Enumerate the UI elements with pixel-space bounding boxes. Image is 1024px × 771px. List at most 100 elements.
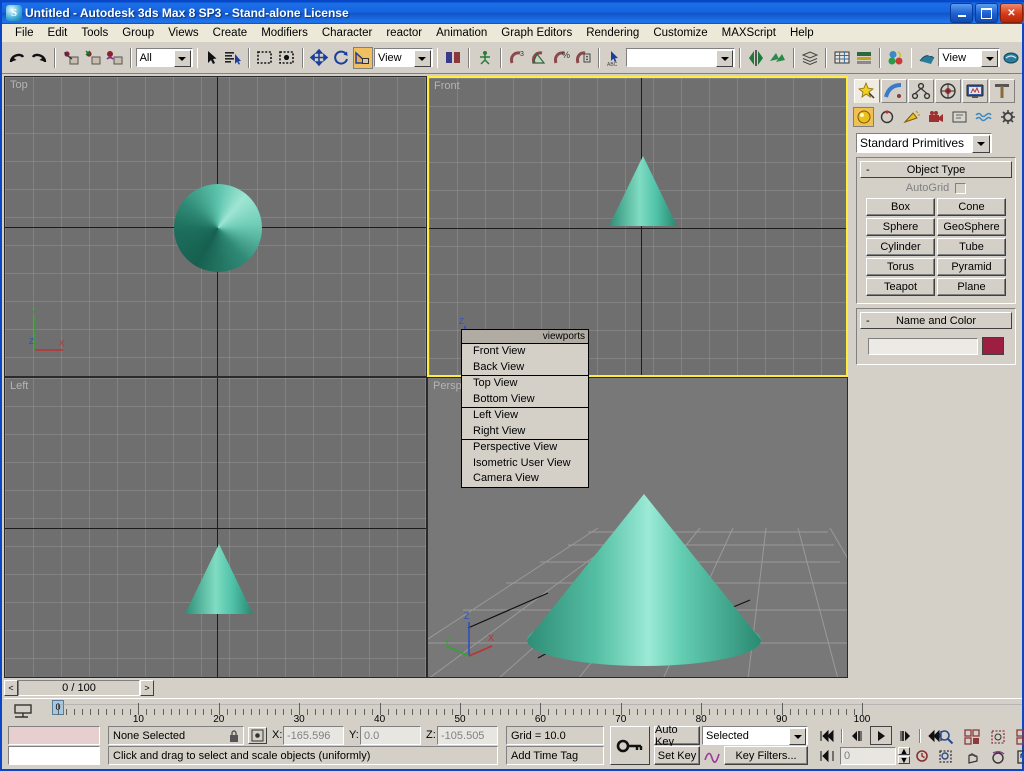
auto-key-button[interactable]: Auto Key bbox=[654, 724, 700, 748]
undo-icon[interactable] bbox=[7, 47, 27, 69]
menu-maxscript[interactable]: MAXScript bbox=[715, 25, 783, 41]
menu-item-bottom-view[interactable]: Bottom View bbox=[462, 392, 588, 408]
quick-render-icon[interactable] bbox=[1001, 47, 1021, 69]
space-warps-button[interactable] bbox=[974, 107, 995, 127]
z-coordinate-field[interactable]: -105.505 bbox=[437, 726, 498, 745]
cone-button[interactable]: Cone bbox=[937, 198, 1006, 216]
unlink-selection-icon[interactable] bbox=[83, 47, 103, 69]
add-time-tag-button[interactable]: Add Time Tag bbox=[506, 746, 604, 765]
x-coordinate-field[interactable]: -165.596 bbox=[283, 726, 344, 745]
geometry-button[interactable] bbox=[853, 107, 875, 127]
maximize-button[interactable] bbox=[975, 3, 998, 23]
chevron-down-icon[interactable] bbox=[789, 728, 806, 745]
cone-object[interactable] bbox=[183, 542, 255, 618]
menu-item-left-view[interactable]: Left View bbox=[462, 408, 588, 424]
collapse-icon[interactable]: - bbox=[866, 164, 870, 176]
redo-icon[interactable] bbox=[29, 47, 49, 69]
menu-item-perspective-view[interactable]: Perspective View bbox=[462, 440, 588, 456]
menu-animation[interactable]: Animation bbox=[429, 25, 494, 41]
render-scene-dialog-icon[interactable] bbox=[917, 47, 937, 69]
select-and-link-icon[interactable] bbox=[61, 47, 81, 69]
use-pivot-point-center-icon[interactable] bbox=[443, 47, 463, 69]
time-slider-ruler[interactable]: 0 102030405060708090100 bbox=[4, 698, 1022, 725]
menu-graph-editors[interactable]: Graph Editors bbox=[494, 25, 579, 41]
select-and-rotate-icon[interactable] bbox=[331, 47, 351, 69]
object-name-input[interactable] bbox=[868, 337, 978, 355]
select-and-manipulate-icon[interactable] bbox=[475, 47, 495, 69]
mirror-icon[interactable] bbox=[746, 47, 766, 69]
geosphere-button[interactable]: GeoSphere bbox=[937, 218, 1006, 236]
current-frame-spinner[interactable]: 0 bbox=[840, 746, 896, 765]
play-animation-icon[interactable] bbox=[870, 726, 892, 745]
selection-lock-icon[interactable] bbox=[226, 728, 242, 744]
pyramid-button[interactable]: Pyramid bbox=[937, 258, 1006, 276]
select-and-uniform-scale-icon[interactable] bbox=[352, 46, 373, 69]
named-selection-sets-icon[interactable]: ABC bbox=[605, 47, 625, 69]
key-toggle-icon[interactable] bbox=[610, 726, 650, 765]
systems-button[interactable] bbox=[998, 107, 1019, 127]
menu-views[interactable]: Views bbox=[161, 25, 205, 41]
menu-file[interactable]: File bbox=[8, 25, 41, 41]
menu-rendering[interactable]: Rendering bbox=[579, 25, 646, 41]
chevron-down-icon[interactable] bbox=[173, 50, 191, 67]
arc-rotate-icon[interactable] bbox=[987, 746, 1009, 768]
teapot-button[interactable]: Teapot bbox=[866, 278, 935, 296]
hierarchy-tab[interactable] bbox=[908, 79, 934, 103]
align-icon[interactable] bbox=[768, 47, 788, 69]
plane-button[interactable]: Plane bbox=[937, 278, 1006, 296]
set-key-button[interactable]: Set Key bbox=[654, 746, 700, 765]
menu-item-camera-view[interactable]: Camera View bbox=[462, 471, 588, 487]
menu-item-top-view[interactable]: Top View bbox=[462, 376, 588, 392]
menu-modifiers[interactable]: Modifiers bbox=[254, 25, 315, 41]
chevron-down-icon[interactable] bbox=[716, 50, 734, 67]
selection-filter-combo[interactable]: All bbox=[135, 48, 193, 67]
menu-edit[interactable]: Edit bbox=[41, 25, 75, 41]
viewport-context-menu[interactable]: viewports Front View Back View Top View … bbox=[461, 329, 589, 488]
cone-object[interactable] bbox=[607, 154, 679, 230]
object-type-header[interactable]: - Object Type bbox=[860, 161, 1012, 178]
cylinder-button[interactable]: Cylinder bbox=[866, 238, 935, 256]
menu-character[interactable]: Character bbox=[315, 25, 380, 41]
current-frame-field[interactable]: 0 / 100 bbox=[18, 680, 140, 696]
display-tab[interactable] bbox=[962, 79, 988, 103]
autogrid-checkbox[interactable] bbox=[955, 182, 967, 194]
menu-help[interactable]: Help bbox=[783, 25, 821, 41]
menu-group[interactable]: Group bbox=[115, 25, 161, 41]
menu-tools[interactable]: Tools bbox=[74, 25, 115, 41]
box-button[interactable]: Box bbox=[866, 198, 935, 216]
object-color-swatch[interactable] bbox=[982, 337, 1004, 355]
motion-tab[interactable] bbox=[935, 79, 961, 103]
previous-frame-button[interactable]: < bbox=[4, 680, 18, 696]
y-coordinate-field[interactable]: 0.0 bbox=[360, 726, 421, 745]
spinner-snap-toggle-icon[interactable] bbox=[573, 47, 593, 69]
menu-item-back-view[interactable]: Back View bbox=[462, 360, 588, 376]
go-to-start-icon[interactable] bbox=[817, 726, 837, 745]
select-and-move-icon[interactable] bbox=[309, 47, 329, 69]
material-editor-icon[interactable] bbox=[886, 47, 906, 69]
shapes-button[interactable] bbox=[877, 107, 898, 127]
reference-coordinate-system-combo[interactable]: View bbox=[373, 48, 433, 67]
name-and-color-header[interactable]: - Name and Color bbox=[860, 312, 1012, 329]
maximize-viewport-toggle-icon[interactable] bbox=[1013, 746, 1024, 768]
next-frame-icon[interactable] bbox=[895, 726, 915, 745]
schematic-view-icon[interactable] bbox=[854, 47, 874, 69]
minimize-button[interactable] bbox=[950, 3, 973, 23]
zoom-region-icon[interactable] bbox=[935, 746, 957, 768]
object-category-combo[interactable]: Standard Primitives bbox=[856, 133, 992, 153]
key-filters-button[interactable]: Key Filters... bbox=[724, 746, 808, 765]
chevron-down-icon[interactable] bbox=[972, 135, 990, 153]
zoom-icon[interactable] bbox=[935, 726, 957, 748]
parameter-curve-icon[interactable] bbox=[703, 748, 721, 763]
cameras-button[interactable] bbox=[925, 107, 946, 127]
window-crossing-icon[interactable] bbox=[277, 47, 297, 69]
torus-button[interactable]: Torus bbox=[866, 258, 935, 276]
modify-tab[interactable] bbox=[881, 79, 907, 103]
key-filter-set-combo[interactable]: Selected bbox=[702, 726, 808, 745]
sphere-button[interactable]: Sphere bbox=[866, 218, 935, 236]
menu-item-isometric-user-view[interactable]: Isometric User View bbox=[462, 456, 588, 472]
frame-spinner-arrows[interactable]: ▲ ▼ bbox=[898, 746, 910, 765]
zoom-extents-icon[interactable] bbox=[987, 726, 1009, 748]
mini-listener-white[interactable] bbox=[8, 746, 100, 765]
viewport-left[interactable]: Left Z Y bbox=[4, 377, 427, 678]
menu-item-right-view[interactable]: Right View bbox=[462, 424, 588, 440]
